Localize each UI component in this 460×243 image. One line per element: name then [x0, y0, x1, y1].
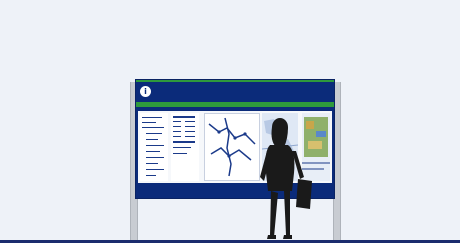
signboard-post-right [333, 82, 341, 240]
route-map [204, 113, 260, 181]
woman-silhouette [260, 118, 312, 239]
board-header: i [136, 82, 334, 102]
timetable-column [140, 113, 168, 181]
info-icon: i [140, 86, 151, 97]
schedule-column [171, 113, 199, 181]
